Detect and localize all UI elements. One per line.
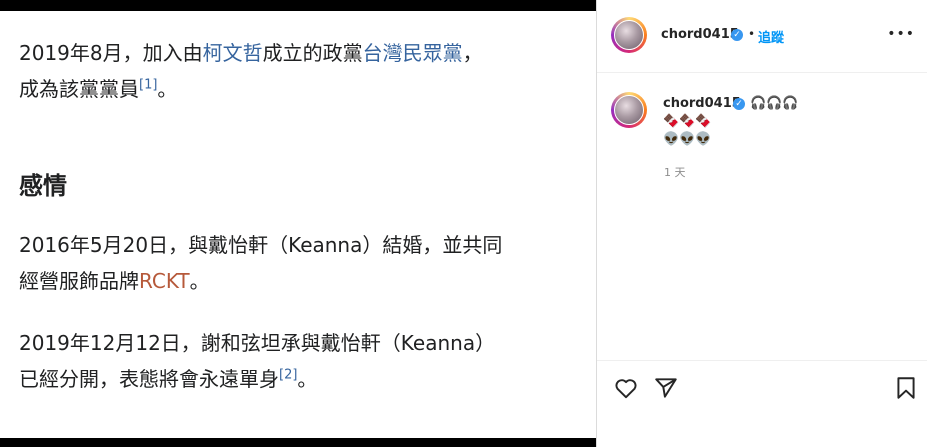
- paragraph-marriage-line-1: 2016年5月20日，與戴怡軒（Keanna）結婚，並共同: [19, 233, 503, 257]
- post-actions: [597, 360, 927, 448]
- paragraph-party-line-1: 2019年8月，加入由柯文哲成立的政黨台灣民眾黨，: [19, 41, 483, 65]
- article-screenshot: 2019年8月，加入由柯文哲成立的政黨台灣民眾黨， 成為該黨黨員[1]。 感情 …: [0, 0, 596, 447]
- section-heading: 感情: [19, 172, 67, 200]
- reference-2[interactable]: [2]: [279, 367, 297, 382]
- paragraph-separation-line-2: 已經分開，表態將會永遠單身[2]。: [19, 367, 318, 391]
- comment-emoji-line-3: 👽👽👽: [663, 132, 712, 147]
- comment-timestamp[interactable]: 1 天: [664, 164, 686, 180]
- post-panel: chord0415 ✓ • 追蹤 ••• chord0415 ✓ 🎧🎧🎧 🍫🍫🍫…: [596, 0, 927, 447]
- verified-badge-icon: ✓: [731, 29, 743, 41]
- paragraph-party: 2019年8月，加入由柯文哲成立的政黨台灣民眾黨， 成為該黨黨員[1]。: [19, 35, 483, 107]
- follow-button[interactable]: 追蹤: [758, 27, 784, 46]
- paragraph-marriage-line-2: 經營服飾品牌RCKT。: [19, 269, 210, 293]
- comment-emoji-line-2: 🍫🍫🍫: [663, 114, 712, 129]
- paragraph-separation: 2019年12月12日，謝和弦坦承與戴怡軒（Keanna） 已經分開，表態將會永…: [19, 325, 495, 397]
- top-black-bar: [0, 0, 596, 11]
- reference-1[interactable]: [1]: [139, 77, 157, 92]
- paragraph-party-line-2: 成為該黨黨員[1]。: [19, 77, 178, 101]
- heart-icon[interactable]: [613, 375, 639, 401]
- paper-plane-icon[interactable]: [653, 375, 679, 401]
- comment-emoji-line-1: 🎧🎧🎧: [750, 96, 799, 111]
- comment-avatar[interactable]: [611, 92, 647, 128]
- author-avatar[interactable]: [611, 17, 647, 53]
- comment-username[interactable]: chord0415: [663, 96, 741, 111]
- more-options-icon[interactable]: •••: [887, 26, 915, 42]
- paragraph-marriage: 2016年5月20日，與戴怡軒（Keanna）結婚，並共同 經營服飾品牌RCKT…: [19, 227, 502, 299]
- link-taiwan-peoples-party[interactable]: 台灣民眾黨: [363, 41, 463, 65]
- separator-dot: •: [748, 27, 756, 41]
- bottom-black-bar: [0, 438, 596, 447]
- avatar-image: [614, 20, 644, 50]
- link-ko-wen-je[interactable]: 柯文哲: [203, 41, 263, 65]
- bookmark-icon[interactable]: [893, 375, 919, 401]
- link-rckt[interactable]: RCKT: [139, 269, 190, 293]
- comment-avatar-image: [614, 95, 644, 125]
- paragraph-separation-line-1: 2019年12月12日，謝和弦坦承與戴怡軒（Keanna）: [19, 331, 496, 355]
- comment-verified-badge-icon: ✓: [733, 98, 745, 110]
- post-header: chord0415 ✓ • 追蹤 •••: [597, 0, 927, 73]
- author-username[interactable]: chord0415: [661, 27, 739, 42]
